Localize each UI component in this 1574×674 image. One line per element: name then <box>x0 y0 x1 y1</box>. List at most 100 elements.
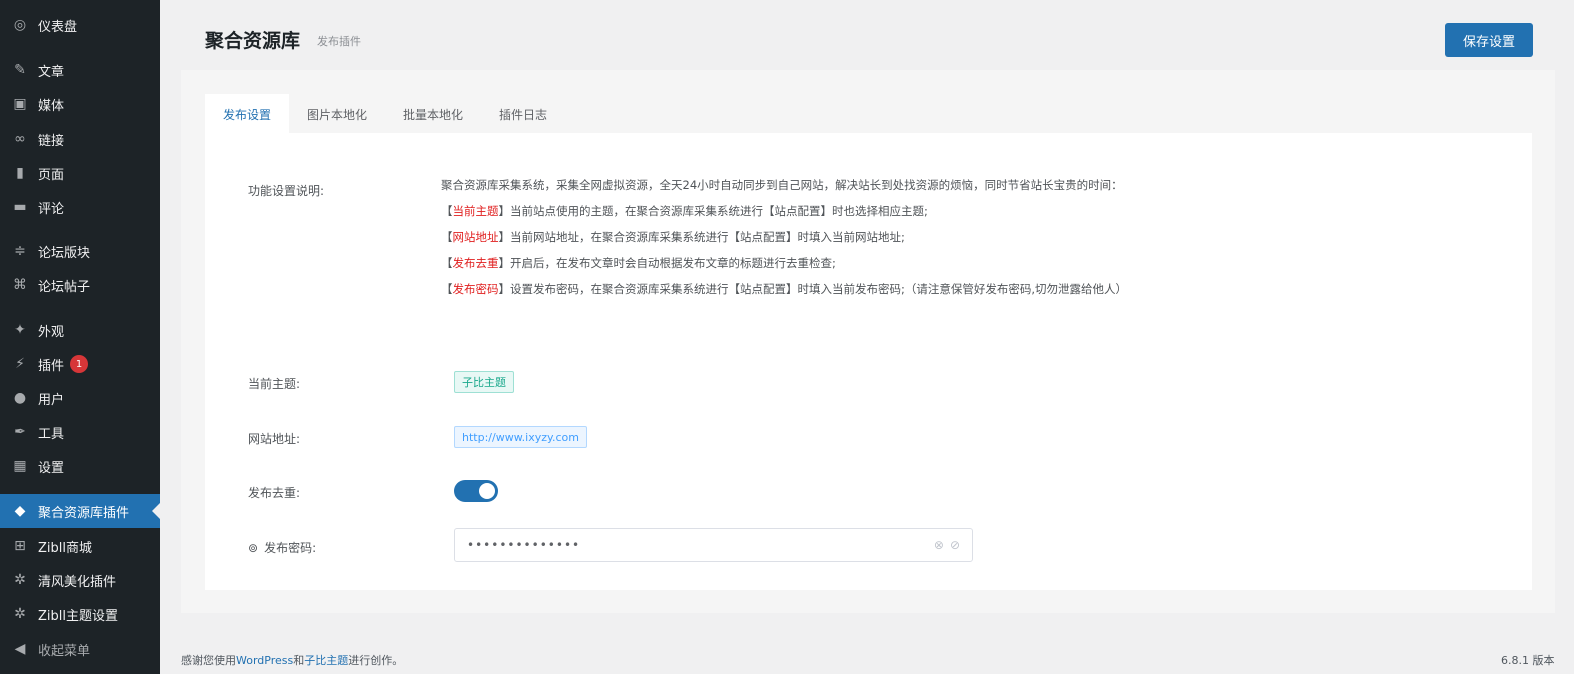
settings-tabs: 发布设置 图片本地化 批量本地化 插件日志 <box>205 94 565 134</box>
sidebar-item-resource-plugin[interactable]: ◆ 聚合资源库插件 <box>0 494 160 528</box>
sidebar-item-label: 论坛版块 <box>38 245 91 261</box>
bracket-open: 【 <box>441 230 453 244</box>
desc-intro: 聚合资源库采集系统，采集全网虚拟资源，全天24小时自动同步到自己网站，解决站长到… <box>441 178 1123 192</box>
bracket-close: 】 <box>498 230 511 244</box>
user-icon: ● <box>13 390 27 406</box>
pin-icon: ✎ <box>14 62 26 78</box>
sidebar-item-label: 页面 <box>38 167 65 183</box>
sidebar-item-label: 收起菜单 <box>38 643 91 659</box>
desc-text: 开启后，在发布文章时会自动根据发布文章的标题进行去重检查; <box>510 256 836 270</box>
sidebar-item-label: 聚合资源库插件 <box>38 505 130 521</box>
help-icon[interactable]: ⊚ <box>248 541 258 555</box>
sidebar-item-label: 论坛帖子 <box>38 279 91 295</box>
footer-prefix: 感谢您使用 <box>181 654 236 667</box>
desc-text: 设置发布密码，在聚合资源库采集系统进行【站点配置】时填入当前发布密码;（请注意保… <box>510 282 1128 296</box>
sidebar-item-zibll-shop[interactable]: ⊞ Zibll商城 <box>0 529 160 563</box>
bracket-close: 】 <box>498 204 511 218</box>
tool-icon: ✒ <box>14 424 26 440</box>
sidebar-item-tools[interactable]: ✒ 工具 <box>0 415 160 449</box>
footer-suffix: 进行创作。 <box>348 654 404 667</box>
media-icon: ▣ <box>13 96 27 112</box>
password-label: 发布密码: <box>264 541 317 555</box>
cart-icon: ⊞ <box>14 538 26 554</box>
sidebar-item-qingfeng[interactable]: ✲ 清风美化插件 <box>0 563 160 597</box>
sidebar-item-label: 仪表盘 <box>38 19 78 35</box>
gear-icon: ✲ <box>14 606 26 622</box>
sidebar-item-appearance[interactable]: ✦ 外观 <box>0 313 160 347</box>
sidebar-item-label: 插件 <box>38 358 65 374</box>
theme-label: 当前主题: <box>248 377 301 391</box>
sidebar-item-comments[interactable]: ▬ 评论 <box>0 190 160 224</box>
sidebar-item-label: 链接 <box>38 133 65 149</box>
bracket-open: 【 <box>441 282 453 296</box>
bracket-close: 】 <box>498 282 511 296</box>
desc-key: 发布去重 <box>452 256 499 270</box>
toggle-knob <box>479 483 495 499</box>
forum-icon: ≑ <box>14 243 26 259</box>
sidebar-item-label: 评论 <box>38 201 65 217</box>
wordpress-link[interactable]: WordPress <box>236 654 293 667</box>
sidebar-item-label: Zibll主题设置 <box>38 608 118 624</box>
desc-line: 【发布去重】开启后，在发布文章时会自动根据发布文章的标题进行去重检查; <box>441 250 1241 276</box>
sidebar-item-label: 设置 <box>38 460 65 476</box>
link-icon: ∞ <box>14 131 26 147</box>
sidebar-item-forum-boards[interactable]: ≑ 论坛版块 <box>0 234 160 268</box>
desc-key: 当前主题 <box>452 204 499 218</box>
dedupe-toggle[interactable] <box>454 480 498 502</box>
sidebar-item-forum-posts[interactable]: ⌘ 论坛帖子 <box>0 268 160 302</box>
comment-icon: ▬ <box>13 199 27 215</box>
collapse-icon: ◀ <box>14 641 26 657</box>
collapse-menu-button[interactable]: ◀ 收起菜单 <box>0 632 160 666</box>
password-label-row: ⊚ 发布密码: <box>248 539 316 556</box>
sidebar-item-label: 媒体 <box>38 98 65 114</box>
version-text: 6.8.1 版本 <box>1501 654 1555 667</box>
sidebar-item-users[interactable]: ● 用户 <box>0 381 160 415</box>
desc-key: 网站地址 <box>452 230 499 244</box>
dashboard-icon: ◎ <box>13 17 27 33</box>
bracket-open: 【 <box>441 204 453 218</box>
clear-icon[interactable]: ⊗ <box>934 538 944 552</box>
sidebar-item-links[interactable]: ∞ 链接 <box>0 122 160 156</box>
page-title: 聚合资源库 <box>205 30 301 52</box>
password-field[interactable]: •••••••••••••• ⊗ ⊘ <box>454 528 973 562</box>
desc-label: 功能设置说明: <box>248 184 325 198</box>
sidebar-item-pages[interactable]: ▮ 页面 <box>0 156 160 190</box>
sidebar-item-label: 工具 <box>38 426 65 442</box>
desc-text: 当前站点使用的主题，在聚合资源库采集系统进行【站点配置】时也选择相应主题; <box>510 204 928 218</box>
sidebar-item-media[interactable]: ▣ 媒体 <box>0 87 160 121</box>
gear-icon: ✲ <box>14 572 26 588</box>
page-subtitle: 发布插件 <box>317 35 361 48</box>
theme-tag: 子比主题 <box>454 371 514 393</box>
settings-icon: ▦ <box>13 458 27 474</box>
shield-icon: ◆ <box>14 503 26 519</box>
sidebar-item-zibll-theme[interactable]: ✲ Zibll主题设置 <box>0 597 160 631</box>
desc-text: 当前网站地址，在聚合资源库采集系统进行【站点配置】时填入当前网站地址; <box>510 230 905 244</box>
site-url-label: 网站地址: <box>248 432 301 446</box>
sidebar-item-label: 外观 <box>38 324 65 340</box>
bracket-open: 【 <box>441 256 453 270</box>
eye-off-icon[interactable]: ⊘ <box>950 538 960 552</box>
sidebar-item-plugins[interactable]: ⚡ 插件 1 <box>0 347 160 381</box>
zibll-theme-link[interactable]: 子比主题 <box>304 654 348 667</box>
desc-line: 【网站地址】当前网站地址，在聚合资源库采集系统进行【站点配置】时填入当前网站地址… <box>441 224 1241 250</box>
tab-plugin-log[interactable]: 插件日志 <box>481 94 565 134</box>
sidebar-item-posts[interactable]: ✎ 文章 <box>0 53 160 87</box>
password-input[interactable]: •••••••••••••• <box>467 538 928 552</box>
sidebar-item-settings[interactable]: ▦ 设置 <box>0 449 160 483</box>
tab-image-localize[interactable]: 图片本地化 <box>289 94 385 134</box>
footer-and: 和 <box>293 654 305 667</box>
sidebar-item-label: 文章 <box>38 64 65 80</box>
tab-batch-localize[interactable]: 批量本地化 <box>385 94 481 134</box>
desc-line: 【当前主题】当前站点使用的主题，在聚合资源库采集系统进行【站点配置】时也选择相应… <box>441 198 1241 224</box>
page-icon: ▮ <box>16 165 24 181</box>
forum-post-icon: ⌘ <box>13 277 27 293</box>
bracket-close: 】 <box>498 256 511 270</box>
desc-line: 【发布密码】设置发布密码，在聚合资源库采集系统进行【站点配置】时填入当前发布密码… <box>441 276 1241 302</box>
tab-publish-settings[interactable]: 发布设置 <box>205 94 290 134</box>
desc-key: 发布密码 <box>452 282 499 296</box>
save-settings-button[interactable]: 保存设置 <box>1445 23 1533 57</box>
dedupe-label: 发布去重: <box>248 486 301 500</box>
sidebar-item-label: 清风美化插件 <box>38 574 117 590</box>
sidebar-item-dashboard[interactable]: ◎ 仪表盘 <box>0 8 160 42</box>
site-url-tag: http://www.ixyzy.com <box>454 426 587 448</box>
